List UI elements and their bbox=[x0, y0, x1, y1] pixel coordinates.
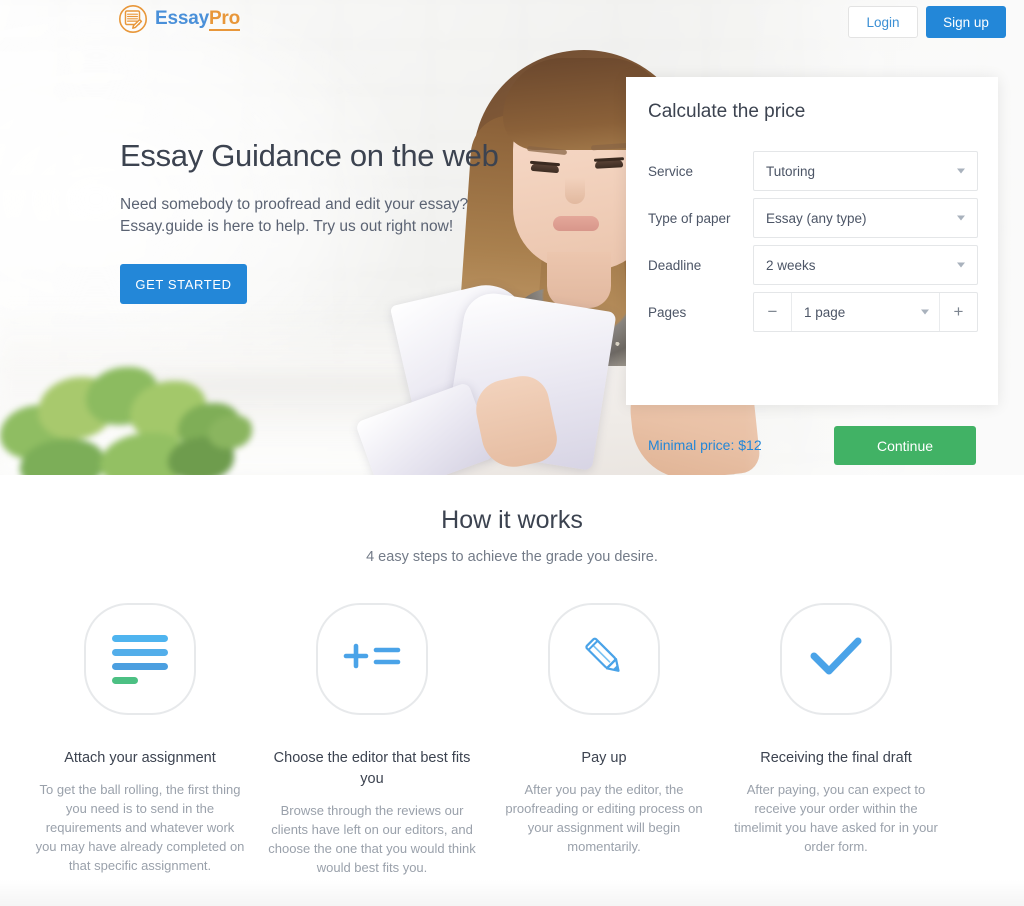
get-started-button[interactable]: GET STARTED bbox=[120, 264, 247, 304]
step-icon-frame bbox=[84, 603, 196, 715]
pencil-icon bbox=[578, 631, 630, 688]
chevron-down-icon bbox=[921, 309, 929, 315]
step-heading: Receiving the final draft bbox=[760, 750, 912, 766]
step-heading: Pay up bbox=[581, 750, 627, 766]
pages-select[interactable]: 1 page bbox=[792, 293, 939, 331]
pages-decrement-button[interactable]: − bbox=[754, 293, 792, 331]
step-card: Attach your assignment To get the ball r… bbox=[24, 603, 256, 877]
how-it-works-title: How it works bbox=[441, 506, 583, 534]
hero-photo-plant bbox=[0, 363, 290, 475]
chevron-down-icon bbox=[957, 215, 965, 221]
calculator-row-service: Service Tutoring bbox=[648, 151, 978, 191]
step-card: Receiving the final draft After paying, … bbox=[720, 603, 952, 877]
step-icon-frame bbox=[316, 603, 428, 715]
how-it-works-section: How it works 4 easy steps to achieve the… bbox=[0, 475, 1024, 906]
pages-value: 1 page bbox=[804, 304, 846, 320]
type-of-paper-label: Type of paper bbox=[648, 210, 731, 226]
calculator-row-deadline: Deadline 2 weeks bbox=[648, 245, 978, 285]
type-of-paper-select[interactable]: Essay (any type) bbox=[753, 198, 978, 238]
deadline-select[interactable]: 2 weeks bbox=[753, 245, 978, 285]
list-lines-icon bbox=[112, 634, 168, 684]
hero-copy: Essay Guidance on the web Need somebody … bbox=[120, 138, 540, 304]
logo-text-pro: Pro bbox=[208, 8, 241, 31]
hero-subtitle: Need somebody to proofread and edit your… bbox=[120, 194, 540, 238]
step-text: After you pay the editor, the proofreadi… bbox=[505, 782, 703, 854]
service-select[interactable]: Tutoring bbox=[753, 151, 978, 191]
calculator-row-type-of-paper: Type of paper Essay (any type) bbox=[648, 198, 978, 238]
check-icon bbox=[809, 636, 863, 683]
hero-subtitle-line-1: Need somebody to proofread and edit your… bbox=[120, 196, 469, 213]
service-label: Service bbox=[648, 163, 694, 179]
minimal-price-link[interactable]: Minimal price: $12 bbox=[648, 437, 762, 453]
type-of-paper-value: Essay (any type) bbox=[766, 210, 867, 226]
continue-button[interactable]: Continue bbox=[834, 426, 976, 465]
pages-label: Pages bbox=[648, 304, 687, 320]
calculator-title: Calculate the price bbox=[648, 101, 806, 122]
chevron-down-icon bbox=[957, 168, 965, 174]
step-icon-frame bbox=[780, 603, 892, 715]
plus-equals-icon bbox=[342, 639, 402, 679]
logo-text-essay: Essay bbox=[155, 8, 209, 29]
step-text: Browse through the reviews our clients h… bbox=[268, 803, 476, 875]
step-text: To get the ball rolling, the first thing… bbox=[35, 782, 245, 873]
auth-buttons: Login Sign up bbox=[848, 6, 1006, 38]
price-calculator-card: Calculate the price Service Tutoring Typ… bbox=[626, 77, 998, 465]
logo-text: EssayPro bbox=[155, 8, 241, 31]
step-text: After paying, you can expect to receive … bbox=[734, 782, 938, 854]
calculator-row-pages: Pages − 1 page + bbox=[648, 292, 978, 332]
hero-title: Essay Guidance on the web bbox=[120, 138, 499, 173]
how-it-works-subtitle: 4 easy steps to achieve the grade you de… bbox=[366, 549, 658, 565]
chevron-down-icon bbox=[957, 262, 965, 268]
signup-button[interactable]: Sign up bbox=[926, 6, 1006, 38]
page-bottom-fade bbox=[0, 880, 1024, 906]
service-value: Tutoring bbox=[766, 163, 816, 179]
deadline-value: 2 weeks bbox=[766, 257, 816, 273]
pages-increment-button[interactable]: + bbox=[939, 293, 977, 331]
step-card: Choose the editor that best fits you Bro… bbox=[256, 603, 488, 877]
step-heading: Attach your assignment bbox=[64, 750, 216, 766]
step-card: Pay up After you pay the editor, the pro… bbox=[488, 603, 720, 877]
hero-subtitle-line-2: Essay.guide is here to help. Try us out … bbox=[120, 218, 454, 235]
step-icon-frame bbox=[548, 603, 660, 715]
step-heading: Choose the editor that best fits you bbox=[273, 750, 471, 787]
how-it-works-steps: Attach your assignment To get the ball r… bbox=[0, 603, 1024, 877]
notepad-pencil-icon bbox=[118, 4, 148, 34]
login-button[interactable]: Login bbox=[848, 6, 918, 38]
hero-section: EssayPro Login Sign up Essay Guidance on… bbox=[0, 0, 1024, 475]
logo[interactable]: EssayPro bbox=[118, 4, 240, 34]
top-navigation-bar: EssayPro Login Sign up bbox=[0, 0, 1024, 46]
deadline-label: Deadline bbox=[648, 257, 702, 273]
pages-stepper: − 1 page + bbox=[753, 292, 978, 332]
